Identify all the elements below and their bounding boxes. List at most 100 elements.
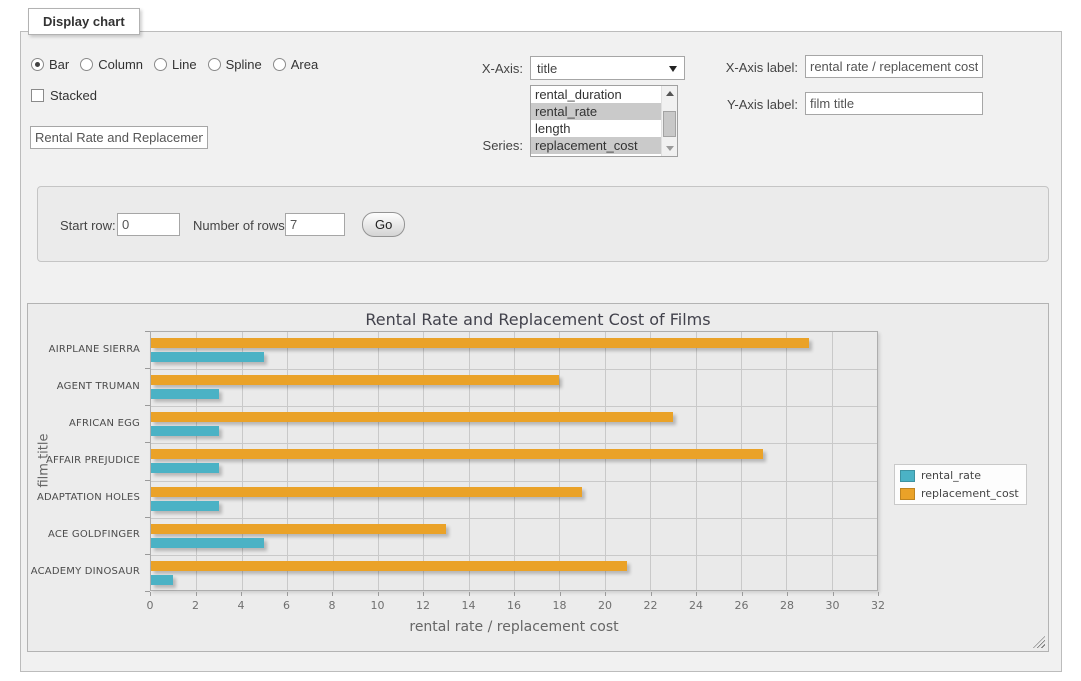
scrollbar-thumb[interactable] <box>663 111 676 137</box>
series-option-rental_rate[interactable]: rental_rate <box>531 103 661 120</box>
triangle-down-icon <box>666 146 674 151</box>
gridline <box>333 332 334 590</box>
bar-replacement_cost-adaptation-holes <box>151 487 582 497</box>
bar-rental_rate-agent-truman <box>151 389 219 399</box>
chart-type-radio-spline[interactable]: Spline <box>208 57 262 72</box>
number-of-rows-input[interactable] <box>285 213 345 236</box>
radio-icon <box>208 58 221 71</box>
bar-replacement_cost-agent-truman <box>151 375 559 385</box>
legend-swatch <box>900 470 915 482</box>
start-row-input[interactable] <box>117 213 180 236</box>
gridline <box>832 332 833 590</box>
x-tick-mark <box>287 592 288 596</box>
gridline <box>151 443 877 444</box>
bar-rental_rate-academy-dinosaur <box>151 575 173 585</box>
stacked-checkbox[interactable] <box>31 89 44 102</box>
x-tick-label: 26 <box>722 599 762 612</box>
chart-type-radio-line[interactable]: Line <box>154 57 197 72</box>
x-tick-mark <box>150 592 151 596</box>
y-tick-mark <box>145 368 150 369</box>
triangle-up-icon <box>666 91 674 96</box>
bar-replacement_cost-airplane-sierra <box>151 338 809 348</box>
bar-replacement_cost-african-egg <box>151 412 673 422</box>
listbox-scrollbar[interactable] <box>661 86 677 156</box>
x-tick-label: 10 <box>358 599 398 612</box>
y-tick-mark <box>145 442 150 443</box>
x-tick-label: 24 <box>676 599 716 612</box>
gridline <box>559 332 560 590</box>
gridline <box>423 332 424 590</box>
x-tick-label: 2 <box>176 599 216 612</box>
resize-grip-icon[interactable] <box>1033 636 1045 648</box>
x-tick-mark <box>514 592 515 596</box>
x-tick-label: 4 <box>221 599 261 612</box>
scroll-down-button[interactable] <box>662 141 678 156</box>
chart-type-radio-area[interactable]: Area <box>273 57 318 72</box>
gridline <box>514 332 515 590</box>
legend-item-replacement_cost: replacement_cost <box>900 487 1019 500</box>
x-tick-mark <box>560 592 561 596</box>
series-option-rental_duration[interactable]: rental_duration <box>531 86 661 103</box>
y-tick-mark <box>145 480 150 481</box>
x-tick-label: 18 <box>540 599 580 612</box>
gridline <box>151 518 877 519</box>
x-tick-mark <box>605 592 606 596</box>
x-axis-selected-value: title <box>537 61 557 76</box>
category-label: ADAPTATION HOLES <box>28 492 140 503</box>
x-axis-select[interactable]: title <box>530 56 685 80</box>
chart-title: Rental Rate and Replacement Cost of Film… <box>28 310 1048 329</box>
gridline <box>242 332 243 590</box>
x-tick-label: 16 <box>494 599 534 612</box>
gridline <box>151 481 877 482</box>
gridline <box>287 332 288 590</box>
bar-rental_rate-affair-prejudice <box>151 463 219 473</box>
x-tick-label: 30 <box>813 599 853 612</box>
stacked-checkbox-row[interactable]: Stacked <box>31 88 97 103</box>
bar-rental_rate-adaptation-holes <box>151 501 219 511</box>
y-tick-mark <box>145 517 150 518</box>
rows-panel <box>37 186 1049 262</box>
radio-label: Area <box>291 57 318 72</box>
series-listbox[interactable]: rental_durationrental_ratelengthreplacem… <box>530 85 678 157</box>
bar-replacement_cost-ace-goldfinger <box>151 524 446 534</box>
gridline <box>151 369 877 370</box>
x-tick-label: 8 <box>312 599 352 612</box>
fieldset-legend: Display chart <box>28 8 140 35</box>
series-options: rental_durationrental_ratelengthreplacem… <box>531 86 661 156</box>
category-label: AIRPLANE SIERRA <box>28 344 140 355</box>
gridline <box>469 332 470 590</box>
series-option-length[interactable]: length <box>531 120 661 137</box>
y-tick-mark <box>145 405 150 406</box>
y-axis-label-input[interactable] <box>805 92 983 115</box>
gridline <box>196 332 197 590</box>
scroll-up-button[interactable] <box>662 86 678 101</box>
x-tick-mark <box>787 592 788 596</box>
y-axis-label-label: Y-Axis label: <box>700 97 798 112</box>
chart-title-input[interactable] <box>30 126 208 149</box>
x-axis-label-label: X-Axis label: <box>700 60 798 75</box>
legend-label: replacement_cost <box>921 487 1019 500</box>
bar-rental_rate-airplane-sierra <box>151 352 264 362</box>
radio-label: Bar <box>49 57 69 72</box>
x-tick-label: 6 <box>267 599 307 612</box>
x-tick-mark <box>833 592 834 596</box>
x-tick-mark <box>469 592 470 596</box>
x-tick-label: 12 <box>403 599 443 612</box>
chart-type-radio-column[interactable]: Column <box>80 57 143 72</box>
category-label: AGENT TRUMAN <box>28 381 140 392</box>
category-label: ACE GOLDFINGER <box>28 529 140 540</box>
x-axis-label-input[interactable] <box>805 55 983 78</box>
x-tick-mark <box>651 592 652 596</box>
y-tick-mark <box>145 331 150 332</box>
bar-rental_rate-african-egg <box>151 426 219 436</box>
category-label: AFFAIR PREJUDICE <box>28 455 140 466</box>
gridline <box>151 406 877 407</box>
chart-container: Rental Rate and Replacement Cost of Film… <box>27 303 1049 652</box>
chart-type-radio-bar[interactable]: Bar <box>31 57 69 72</box>
radio-icon <box>80 58 93 71</box>
x-tick-label: 32 <box>858 599 898 612</box>
go-button[interactable]: Go <box>362 212 405 237</box>
number-of-rows-label: Number of rows: <box>193 218 288 233</box>
series-option-replacement_cost[interactable]: replacement_cost <box>531 137 661 154</box>
x-tick-label: 28 <box>767 599 807 612</box>
